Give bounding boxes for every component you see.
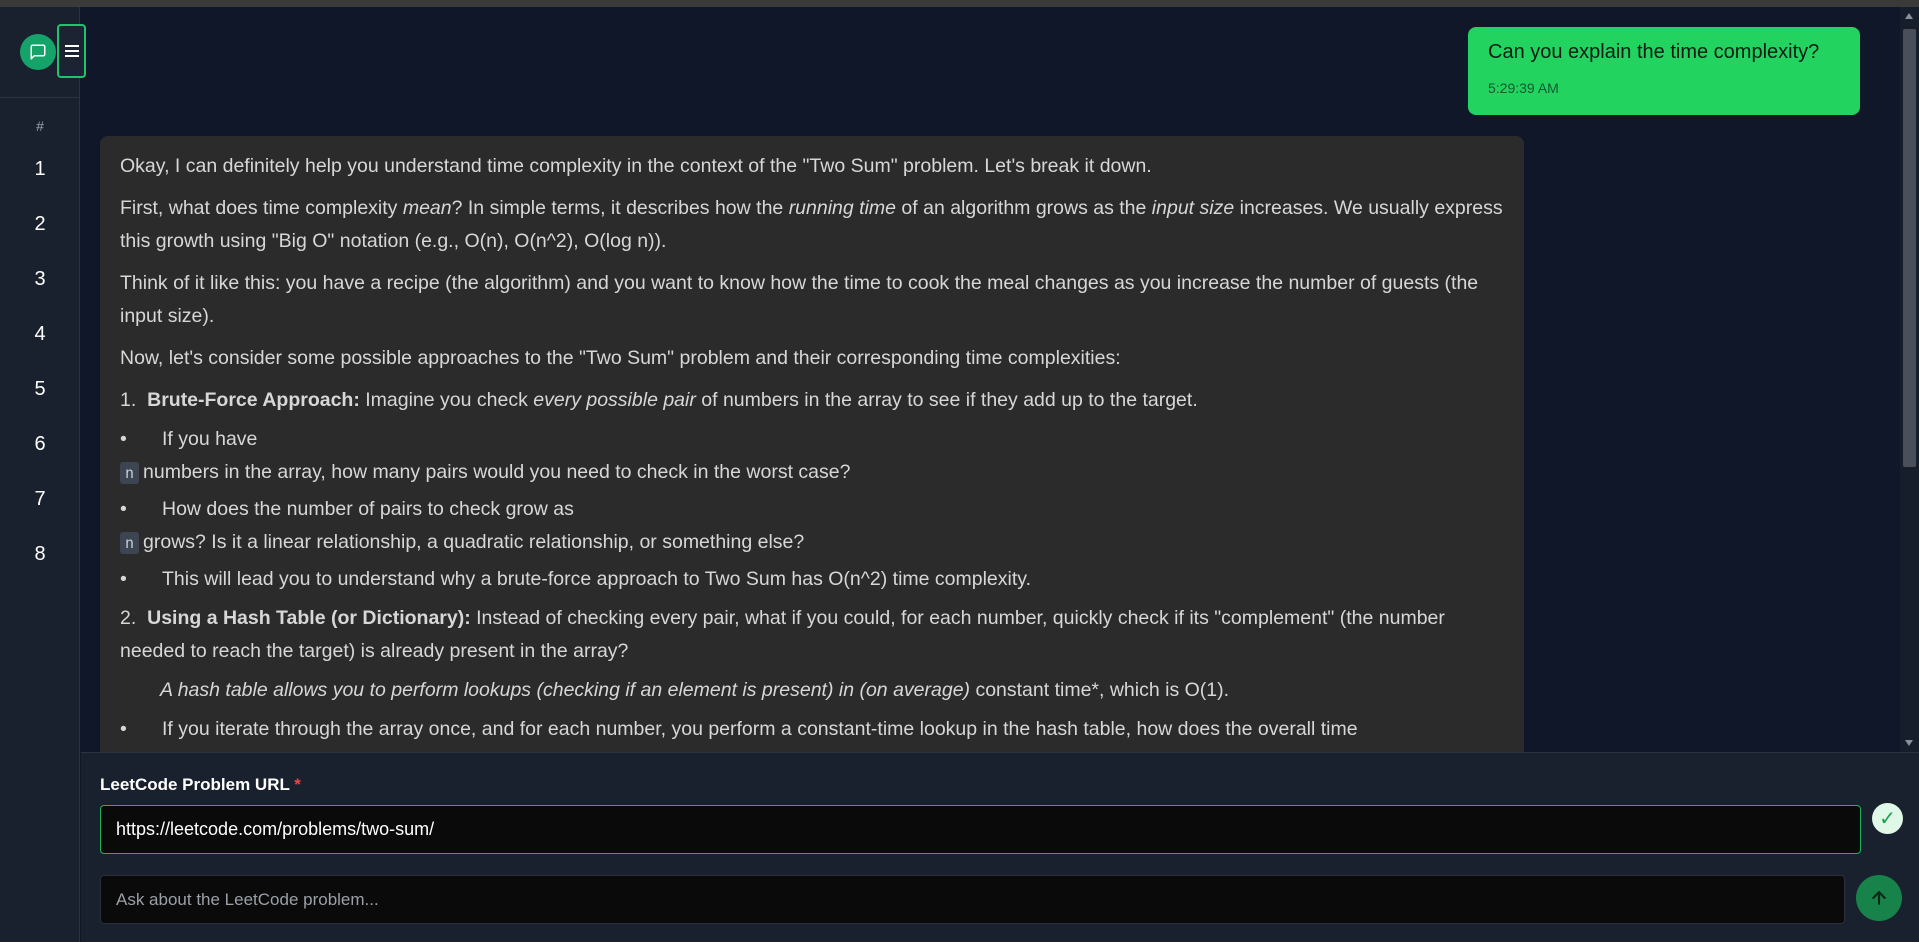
paragraph: First, what does time complexity mean? I… (120, 192, 1504, 258)
input-panel: LeetCode Problem URL * ✓ (81, 752, 1919, 942)
bold-text: Brute-Force Approach: (147, 389, 360, 411)
emphasis: running time (788, 197, 896, 219)
bullet-item: • How does the number of pairs to check g… (120, 493, 1504, 559)
text: constant time*, which is O(1). (970, 679, 1230, 701)
hamburger-menu-icon (64, 45, 79, 57)
url-label-text: LeetCode Problem URL (100, 775, 290, 794)
bullet-marker: • (120, 718, 127, 740)
bullet-marker: • (120, 568, 127, 590)
emphasis: every possible pair (533, 389, 696, 411)
list-item: 1. Brute-Force Approach: Imagine you che… (120, 384, 1504, 417)
text: If you iterate through the array once, a… (162, 718, 1358, 740)
chat-bubble-icon (30, 44, 46, 60)
sidebar-item-5[interactable]: 5 (0, 375, 80, 430)
bullet-marker: • (120, 498, 127, 520)
text: ? In simple terms, it describes how the (451, 197, 789, 219)
text: Now, let's consider some possible approa… (120, 347, 1121, 369)
bullet-marker: • (120, 428, 127, 450)
sidebar-item-1[interactable]: 1 (0, 155, 80, 210)
user-message-timestamp: 5:29:39 AM (1488, 80, 1559, 96)
problem-number-list: 1 2 3 4 5 6 7 8 (0, 155, 80, 595)
required-marker: * (294, 775, 301, 794)
assistant-message: Okay, I can definitely help you understa… (100, 136, 1524, 752)
question-input[interactable] (100, 875, 1845, 924)
text: of an algorithm grows as the (896, 197, 1152, 219)
emphasis: input size (1151, 197, 1235, 219)
list-number: 1. (120, 389, 137, 411)
text: How does the number of pairs to check gr… (162, 498, 574, 520)
send-button[interactable] (1856, 875, 1902, 921)
text: Imagine you check (359, 389, 534, 411)
url-valid-check-icon: ✓ (1872, 803, 1903, 834)
window-top-strip (0, 0, 1919, 7)
scroll-up-arrow-icon[interactable] (1905, 13, 1913, 19)
paragraph: Now, let's consider some possible approa… (120, 342, 1504, 375)
paragraph: Think of it like this: you have a recipe… (120, 267, 1504, 333)
text: If you have (162, 428, 258, 450)
text: This will lead you to understand why a b… (162, 568, 1031, 590)
sidebar-item-3[interactable]: 3 (0, 265, 80, 320)
bullet-item: • If you iterate through the array once, … (120, 713, 1504, 746)
inline-code: n (120, 532, 140, 554)
url-field-label: LeetCode Problem URL * (100, 775, 301, 795)
text: Okay, I can definitely help you understa… (120, 155, 1152, 177)
bold-text: Using a Hash Table (or Dictionary): (147, 607, 471, 629)
bullet-item: • This will lead you to understand why a … (120, 563, 1504, 596)
text: numbers in the array, how many pairs wou… (143, 461, 851, 483)
sidebar-item-2[interactable]: 2 (0, 210, 80, 265)
text: Think of it like this: you have a recipe… (120, 272, 1479, 327)
user-message-text: Can you explain the time complexity? (1488, 41, 1820, 63)
scrollbar-thumb[interactable] (1903, 29, 1916, 467)
chat-messages-area[interactable]: Can you explain the time complexity? 5:2… (81, 7, 1900, 752)
text: of numbers in the array to see if they a… (695, 389, 1198, 411)
problem-list-header: # (36, 118, 44, 134)
list-number: 2. (120, 607, 137, 629)
list-item: 2. Using a Hash Table (or Dictionary): I… (120, 602, 1504, 668)
inline-code: n (120, 462, 140, 484)
emphasis: mean (402, 197, 452, 219)
sidebar-item-4[interactable]: 4 (0, 320, 80, 375)
sidebar-item-7[interactable]: 7 (0, 485, 80, 540)
sidebar: # 1 2 3 4 5 6 7 8 (0, 7, 86, 942)
sidebar-item-6[interactable]: 6 (0, 430, 80, 485)
arrow-up-icon (1872, 891, 1886, 905)
emphasis: A hash table allows you to perform looku… (160, 679, 971, 701)
chat-scrollbar[interactable] (1900, 7, 1919, 752)
text: grows? Is it a linear relationship, a qu… (143, 531, 805, 553)
sidebar-header (0, 7, 86, 98)
user-message: Can you explain the time complexity? 5:2… (1468, 27, 1860, 115)
problem-url-input[interactable] (100, 805, 1861, 854)
bullet-item: • If you have n numbers in the array, how m… (120, 423, 1504, 489)
chat-button[interactable] (20, 34, 56, 70)
scroll-down-arrow-icon[interactable] (1905, 740, 1913, 746)
sidebar-item-8[interactable]: 8 (0, 540, 80, 595)
paragraph: Okay, I can definitely help you understa… (120, 150, 1504, 183)
paragraph: A hash table allows you to perform looku… (120, 674, 1504, 707)
text: First, what does time complexity (120, 197, 403, 219)
